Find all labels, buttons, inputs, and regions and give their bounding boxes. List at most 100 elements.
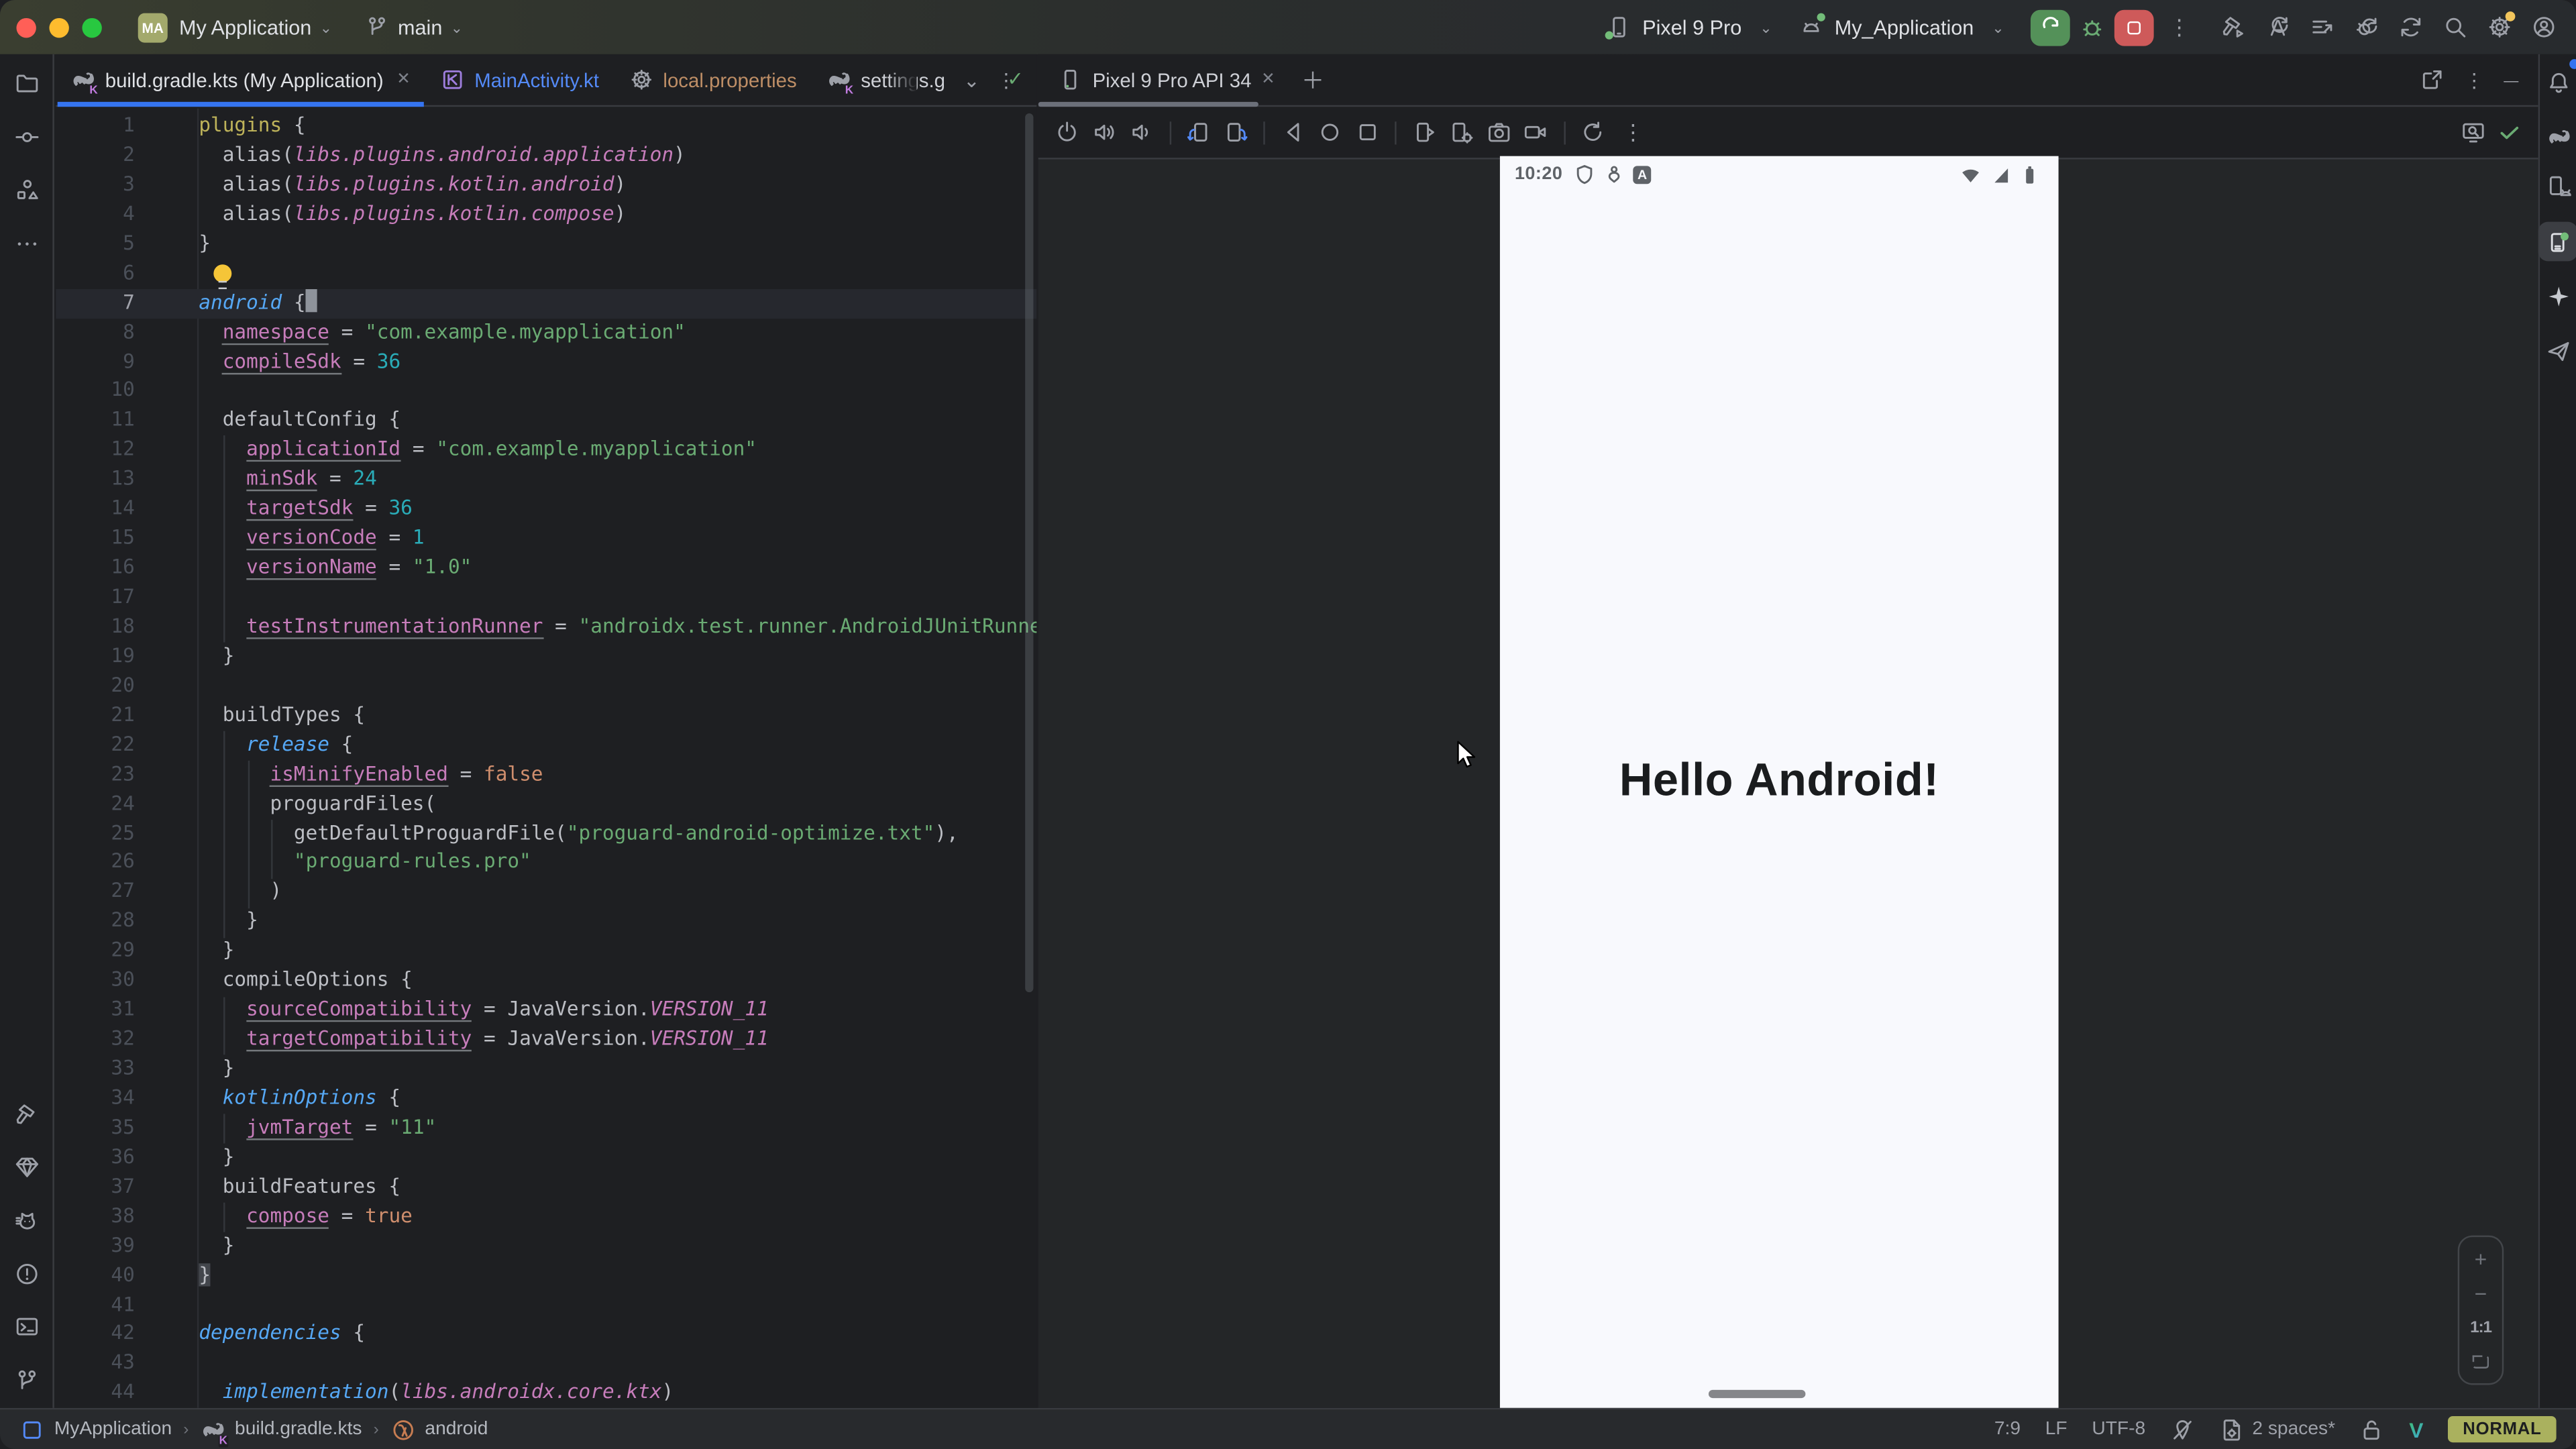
code-line[interactable]: 32 targetCompatibility = JavaVersion.VER… [56,1025,1036,1055]
code-line[interactable]: 20 [56,672,1036,701]
code-line[interactable]: 14 targetSdk = 36 [56,495,1036,525]
code-line[interactable]: 22 release { [56,731,1036,760]
stop-button[interactable] [2114,9,2154,45]
code-line[interactable]: 2 alias(libs.plugins.android.application… [56,141,1036,170]
breadcrumb-item[interactable]: MyApplication [19,1417,172,1442]
search-everywhere-icon[interactable] [2443,15,2468,40]
code-line[interactable]: 16 versionName = "1.0" [56,553,1036,583]
rerun-button[interactable] [2031,9,2070,45]
device-selector[interactable]: Pixel 9 Pro [1642,15,1741,38]
actual-size-button[interactable]: 1:1 [2470,1320,2491,1338]
snapshot-reset-icon[interactable] [1580,120,1605,145]
tab-local-properties[interactable]: local.properties [614,54,812,105]
tab-build-gradle[interactable]: Kbuild.gradle.kts (My Application)✕ [56,54,425,105]
code-line[interactable]: 3 alias(libs.plugins.kotlin.android) [56,170,1036,200]
code-line[interactable]: 15 versionCode = 1 [56,525,1036,554]
notifications-bell-icon[interactable] [2538,62,2576,102]
code-line[interactable]: 4 alias(libs.plugins.kotlin.compose) [56,200,1036,229]
code-line[interactable]: 37 buildFeatures { [56,1173,1036,1202]
gemini-spark-icon[interactable] [2538,276,2576,315]
code-line[interactable]: 28 } [56,908,1036,937]
code-line[interactable]: 41 [56,1291,1036,1320]
code-line[interactable]: 39 } [56,1232,1036,1261]
code-line[interactable]: 34 kotlinOptions { [56,1084,1036,1114]
device-settings-icon[interactable] [1449,120,1474,145]
code-line[interactable]: 44 implementation(libs.androidx.core.ktx… [56,1379,1036,1407]
kebab-menu-icon[interactable]: ⋮ [2163,14,2195,40]
volume-up-icon[interactable] [1091,120,1116,145]
breadcrumb-item[interactable]: Kbuild.gradle.kts [201,1417,362,1442]
add-device-tab-button[interactable]: ＋ [1301,63,1324,96]
structure-icon[interactable] [7,169,46,209]
more-tools-icon[interactable] [7,223,46,263]
code-line[interactable]: 40} [56,1261,1036,1291]
display-search-icon[interactable] [2460,120,2485,145]
build-icon[interactable] [7,1094,46,1134]
apply-changes-icon[interactable] [2265,15,2290,40]
emulator-screen[interactable]: 10:20 A Hello Android! [1500,156,2059,1408]
device-manager-icon[interactable] [2538,166,2576,205]
highlighting-pin-off-icon[interactable] [2170,1417,2195,1442]
code-line[interactable]: 42dependencies { [56,1320,1036,1350]
unlock-icon[interactable] [2360,1417,2385,1442]
code-line[interactable]: 13 minSdk = 24 [56,466,1036,495]
open-in-window-icon[interactable] [2420,67,2445,92]
code-line[interactable]: 5} [56,229,1036,259]
close-icon[interactable]: ✕ [1261,70,1275,89]
settings-gear-icon[interactable] [2487,15,2512,40]
code-line[interactable]: 26 "proguard-rules.pro" [56,849,1036,878]
close-window-button[interactable] [16,17,36,37]
camera-snapshot-icon[interactable] [1486,120,1511,145]
code-line[interactable]: 25 getDefaultProguardFile("proguard-andr… [56,819,1036,849]
rotate-right-icon[interactable] [1223,120,1248,145]
tab-settings-gradle[interactable]: Ksettings.g [812,54,960,105]
code-line[interactable]: 33 } [56,1055,1036,1084]
kebab-menu-icon[interactable]: ⋮ [1617,119,1649,146]
code-line[interactable]: 30 compileOptions { [56,966,1036,996]
device-tab[interactable]: Pixel 9 Pro API 34 ✕ [1038,54,1289,105]
overview-icon[interactable] [1354,120,1379,145]
profiler-cat-icon[interactable] [7,1201,46,1240]
line-ending[interactable]: LF [2045,1419,2068,1439]
code-line[interactable]: 1plugins { [56,112,1036,142]
volume-down-icon[interactable] [1128,120,1153,145]
project-folder-icon[interactable] [7,62,46,102]
breadcrumb-item[interactable]: android [390,1417,488,1442]
minimize-window-button[interactable] [49,17,68,37]
home-icon[interactable] [1318,120,1342,145]
profiler-icon[interactable] [2310,15,2334,40]
chevron-down-icon[interactable]: ⌄ [963,68,980,91]
code-line[interactable]: 8 namespace = "com.example.myapplication… [56,318,1036,347]
code-line[interactable]: 18 testInstrumentationRunner = "androidx… [56,612,1036,642]
code-line[interactable]: 10 [56,377,1036,407]
inspection-status-check-icon[interactable]: ✓ [1007,67,1024,90]
debug-button[interactable] [2080,15,2104,40]
editor-scrollbar[interactable] [1025,113,1033,992]
commit-icon[interactable] [7,117,46,156]
version-control-icon[interactable] [7,1360,46,1400]
code-line[interactable]: 23 isMinifyEnabled = false [56,760,1036,790]
indent-setting[interactable]: 2 spaces* [2219,1417,2335,1442]
code-line[interactable]: 31 sourceCompatibility = JavaVersion.VER… [56,996,1036,1025]
code-line[interactable]: 17 [56,583,1036,612]
tab-mainactivity[interactable]: MainActivity.kt [425,54,614,105]
build-hammer-icon[interactable] [2221,15,2246,40]
code-line[interactable]: 29 } [56,937,1036,967]
file-encoding[interactable]: UTF-8 [2092,1419,2145,1439]
run-configuration-selector[interactable]: My_Application [1835,15,1974,38]
running-devices-icon[interactable] [2538,222,2576,262]
send-feedback-plane-icon[interactable] [2538,330,2576,370]
kebab-icon[interactable]: ⋮ [2464,68,2483,91]
profile-avatar-icon[interactable] [2532,15,2557,40]
intention-bulb-icon[interactable] [213,264,231,282]
screen-record-icon[interactable] [1523,120,1548,145]
zoom-in-button[interactable]: + [2475,1252,2487,1268]
back-icon[interactable] [1281,120,1305,145]
code-line[interactable]: 21 buildTypes { [56,701,1036,731]
attach-debugger-icon[interactable] [2354,15,2379,40]
navigation-handle[interactable] [1709,1390,1805,1397]
caret-position[interactable]: 7:9 [1994,1419,2021,1439]
problems-icon[interactable] [7,1254,46,1293]
close-tab-icon[interactable]: ✕ [396,70,411,89]
code-line[interactable]: 12 applicationId = "com.example.myapplic… [56,436,1036,466]
